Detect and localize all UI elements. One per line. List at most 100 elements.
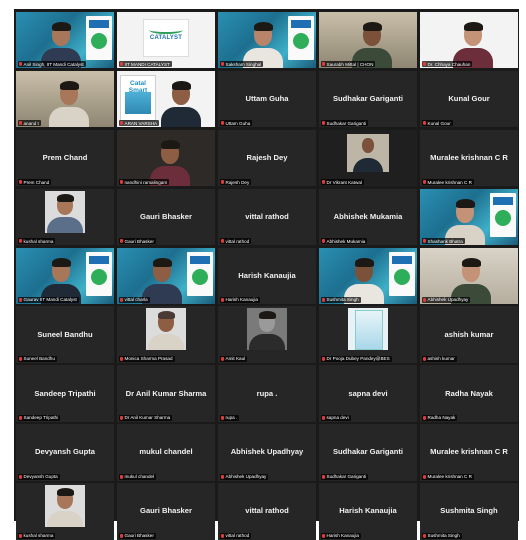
participant-tile[interactable]: kushal sharma — [16, 188, 114, 246]
video-feed — [319, 12, 417, 69]
participant-label-text: Harish Kanaujia — [225, 297, 258, 303]
mic-muted-icon — [322, 180, 325, 185]
participant-tile[interactable]: Sushmita Singh Sushmita Singh — [420, 483, 518, 540]
participant-name: Gauri Bhasker — [140, 211, 192, 221]
participant-tile[interactable]: Anil Singh, IIT Mandi Catalyst — [16, 12, 114, 69]
participant-tile[interactable]: Dr. Chhaya Chauhan — [420, 12, 518, 69]
participant-tile[interactable]: Sandeep Tripathi Sandeep Tripathi — [16, 365, 114, 422]
participant-label-text: Rajesh Dey — [225, 179, 250, 185]
participant-name: Muralee krishnan C R — [430, 447, 508, 457]
participant-label: Sudhakar Gariganti — [321, 120, 369, 127]
participant-label-text: kushal sharma — [23, 533, 54, 539]
participant-label: kushal sharma — [18, 238, 56, 245]
participant-name: rupa . — [256, 388, 278, 398]
participant-label-text: Sushmita Singh — [326, 297, 359, 303]
participant-tile[interactable]: kushal sharma — [16, 483, 114, 540]
event-banner-icon — [389, 251, 415, 296]
participant-tile[interactable]: Muralee krishnan C R Muralee krishnan C R — [420, 129, 518, 187]
participant-tile[interactable]: Abhishek Mukamia Abhishek Mukamia — [319, 188, 417, 246]
participant-name: Sudhakar Gariganti — [332, 94, 404, 104]
participant-name: Harish Kanaujia — [238, 270, 296, 280]
avatar — [45, 190, 85, 233]
participant-tile[interactable]: Suneel Bandhu Suneel Bandhu — [16, 306, 114, 363]
participant-tile[interactable]: Harish Kanaujia Harish Kanaujia — [218, 247, 316, 304]
participant-tile[interactable]: vittal rathod vittal rathod — [218, 188, 316, 246]
participant-tile[interactable]: Gaurav IIT Mandi Catalyst — [16, 247, 114, 304]
participant-tile[interactable]: Devyansh Gupta Devyansh Gupta — [16, 424, 114, 481]
participant-tile[interactable]: mukul chandel mukul chandel — [117, 424, 215, 481]
participant-name: vittal rathod — [245, 506, 289, 516]
participant-tile[interactable]: Dr Pooja Dubey Pandey@BES — [319, 306, 417, 363]
participant-label-text: Monica Sharma Prasad — [124, 356, 173, 362]
participant-tile[interactable]: Dr Anil Kumar Sharma Dr Anil Kumar Sharma — [117, 365, 215, 422]
mic-muted-icon — [120, 356, 123, 361]
participant-label: Shashank Bhatra — [422, 238, 465, 245]
participant-tile[interactable]: Saurabh Mittal | CHON — [319, 12, 417, 69]
participant-tile[interactable]: Monica Sharma Prasad — [117, 306, 215, 363]
participant-tile[interactable]: vittal charla — [117, 247, 215, 304]
participant-tile[interactable]: Rajesh Dey Rajesh Dey — [218, 129, 316, 187]
participant-name: Muralee krishnan C R — [430, 153, 508, 163]
participant-tile[interactable]: Amit Kaul — [218, 306, 316, 363]
participant-tile[interactable]: Shashank Bhatra — [420, 188, 518, 246]
participant-label-text: Saurabh Mittal | CHON — [326, 61, 374, 67]
video-feed — [420, 188, 518, 246]
participant-tile[interactable]: rupa . rupa . — [218, 365, 316, 422]
participant-label: rupa . — [220, 414, 240, 421]
participant-tile[interactable]: Abhishek Upadhyay — [420, 247, 518, 304]
participant-tile[interactable]: Sushmita Singh — [319, 247, 417, 304]
participant-tile[interactable]: Harish Kanaujia Harish Kanaujia — [319, 483, 417, 540]
participant-label-text: anand t — [23, 120, 39, 126]
event-banner-icon — [288, 16, 314, 60]
participant-label-text: IIT MANDI CATALYST — [124, 61, 170, 67]
participant-tile[interactable]: Gauri Bhasker Gauri Bhasker — [117, 483, 215, 540]
participant-tile[interactable]: anand t — [16, 70, 114, 128]
participant-tile[interactable]: Sudhakar Gariganti Sudhakar Gariganti — [319, 70, 417, 128]
participant-tile[interactable]: Muralee krishnan C R Muralee krishnan C R — [420, 424, 518, 481]
participant-tile[interactable]: sapna devi sapna devi — [319, 365, 417, 422]
participant-label: vittal rathod — [220, 238, 252, 245]
participant-tile[interactable]: Prem Chand Prem Chand — [16, 129, 114, 187]
participant-tile[interactable]: Catal Smart ARAN VARSHA — [117, 70, 215, 128]
participant-label: Abhishek Upadhyay — [220, 473, 269, 480]
participant-label-text: nandhini ramalingam — [124, 179, 168, 185]
participant-tile[interactable]: Saksham Singhal — [218, 12, 316, 69]
participant-tile[interactable]: Abhishek Upadhyay Abhishek Upadhyay — [218, 424, 316, 481]
mic-muted-icon — [19, 297, 22, 302]
participant-tile[interactable]: Sudhakar Gariganti Sudhakar Gariganti — [319, 424, 417, 481]
participant-tile[interactable]: Kunal Gour Kunal Gour — [420, 70, 518, 128]
video-feed — [319, 306, 417, 363]
participant-tile[interactable]: ashish kumar ashish kumar — [420, 306, 518, 363]
participant-tile[interactable]: Radha Nayak Radha Nayak — [420, 365, 518, 422]
mic-muted-icon — [221, 62, 224, 67]
participant-tile[interactable]: Gauri Bhasker Gauri Bhasker — [117, 188, 215, 246]
participant-label: Abhishek Mukamia — [321, 238, 368, 245]
mic-muted-icon — [221, 415, 224, 420]
participant-label-text: ashish kumar — [427, 356, 455, 362]
mic-muted-icon — [19, 356, 22, 361]
participant-label-text: Dr Anil Kumar Sharma — [124, 415, 171, 421]
mic-muted-icon — [120, 239, 123, 244]
video-feed — [117, 306, 215, 363]
participant-label-text: Suneel Bandhu — [23, 356, 55, 362]
participant-label-text: Abhishek Mukamia — [326, 238, 366, 244]
participant-tile[interactable]: Dr Vikrant Katwal — [319, 129, 417, 187]
mic-muted-icon — [19, 239, 22, 244]
participant-label-text: Amit Kaul — [225, 356, 246, 362]
mic-muted-icon — [221, 121, 224, 126]
participant-label: vittal rathod — [220, 532, 252, 539]
video-feed — [117, 247, 215, 304]
participant-tile[interactable]: CATALYST IIT MANDI CATALYST — [117, 12, 215, 69]
participant-name: Devyansh Gupta — [35, 447, 95, 457]
participant-tile[interactable]: Uttam Guha Uttam Guha — [218, 70, 316, 128]
participant-label: Sushmita Singh — [321, 296, 361, 303]
participant-tile[interactable]: nandhini ramalingam — [117, 129, 215, 187]
participant-label: Anil Singh, IIT Mandi Catalyst — [18, 61, 86, 68]
participant-label-text: kushal sharma — [23, 238, 54, 244]
participant-tile[interactable]: vittal rathod vittal rathod — [218, 483, 316, 540]
mic-muted-icon — [221, 533, 224, 538]
participant-label-text: vittal charla — [124, 297, 148, 303]
mic-muted-icon — [322, 297, 325, 302]
participant-label-text: Sandeep Tripathi — [23, 415, 59, 421]
mic-muted-icon — [322, 62, 325, 67]
